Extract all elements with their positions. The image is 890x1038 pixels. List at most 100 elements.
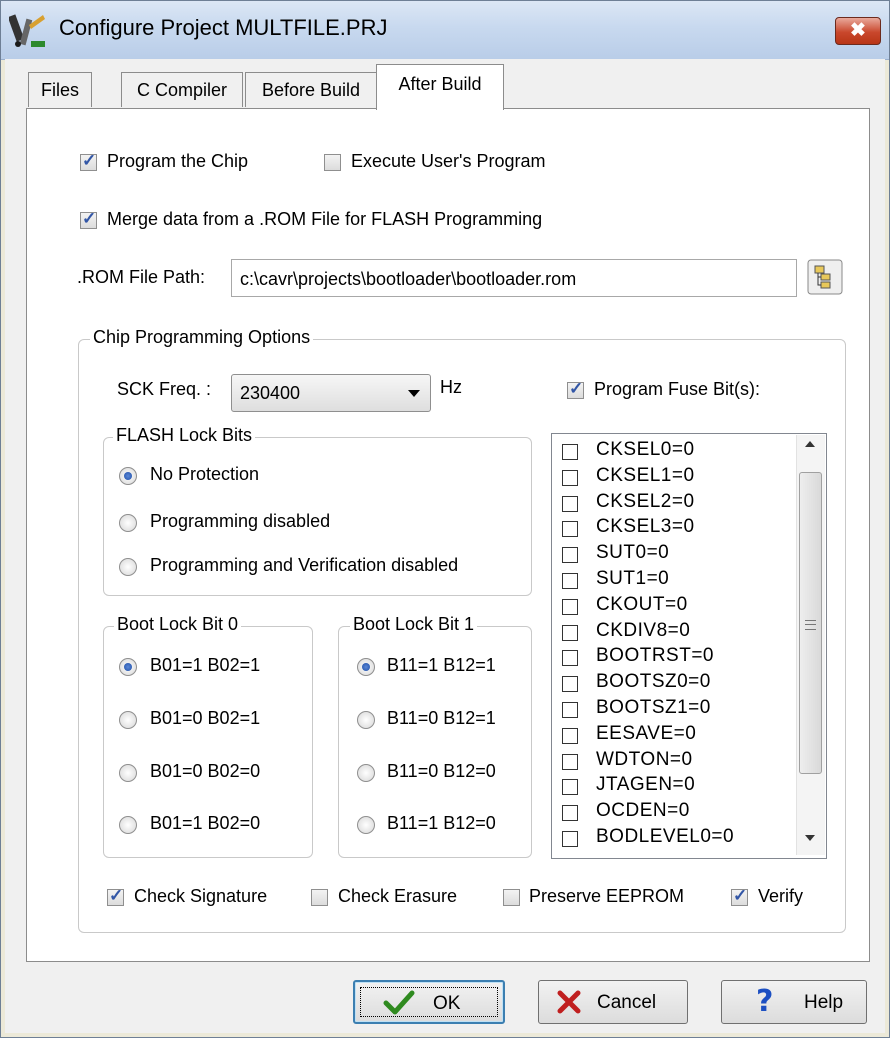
fuse-bit-checkbox[interactable]	[562, 495, 578, 512]
fuse-bit-checkbox[interactable]	[562, 779, 578, 796]
close-button[interactable]: ✖	[835, 17, 881, 45]
fuse-bit-checkbox[interactable]	[562, 469, 578, 486]
fuse-bit-row[interactable]: SUT0=0	[552, 542, 792, 570]
fuse-bits-list[interactable]: CKSEL0=0 CKSEL1=0 CKSEL2=0 CKSEL3=0 SUT0=0 SU…	[551, 433, 827, 859]
fuse-bit-checkbox[interactable]	[562, 650, 578, 667]
boot-lock-1-option-label: B11=1 B12=1	[387, 655, 496, 675]
check-erasure-checkbox[interactable]	[311, 889, 328, 906]
fuse-bit-checkbox[interactable]	[562, 676, 578, 693]
check-erasure-label: Check Erasure	[338, 886, 458, 906]
boot-lock-1-option-radio[interactable]	[357, 764, 375, 782]
boot-lock-0-option-radio[interactable]	[119, 711, 137, 729]
chevron-down-icon[interactable]	[408, 390, 420, 397]
boot-lock-0-option-label: B01=1 B02=0	[150, 813, 261, 833]
boot-lock-0-option-radio[interactable]	[119, 764, 137, 782]
ok-label: OK	[433, 993, 461, 1014]
prog-verif-disabled-radio[interactable]	[119, 558, 137, 576]
browse-folder-icon[interactable]	[807, 259, 843, 295]
fuse-bit-checkbox[interactable]	[562, 547, 578, 564]
ok-button[interactable]: OK	[353, 980, 505, 1024]
dialog-window: Configure Project MULTFILE.PRJ ✖ Files C…	[0, 0, 890, 1038]
tab-after-build[interactable]: After Build	[376, 64, 504, 110]
fuse-bit-row[interactable]: BODLEVEL0=0	[552, 826, 792, 854]
fuse-bit-label: CKSEL0=0	[596, 439, 695, 460]
fuse-bit-checkbox[interactable]	[562, 753, 578, 770]
fuse-bit-checkbox[interactable]	[562, 598, 578, 615]
project-config-icon	[9, 14, 45, 47]
sck-freq-value: 230400	[240, 383, 301, 403]
boot-lock-0-legend: Boot Lock Bit 0	[114, 614, 242, 635]
boot-lock-0-option-radio[interactable]	[119, 658, 137, 676]
fuse-bit-checkbox[interactable]	[562, 805, 578, 822]
preserve-eeprom-checkbox[interactable]	[503, 889, 520, 906]
program-chip-label: Program the Chip	[107, 151, 249, 171]
execute-user-label: Execute User's Program	[351, 151, 546, 171]
fuse-bit-checkbox[interactable]	[562, 702, 578, 718]
execute-user-checkbox[interactable]	[324, 154, 341, 171]
fuse-bit-row[interactable]: CKSEL2=0	[552, 491, 792, 519]
fuse-bit-checkbox[interactable]	[562, 831, 578, 847]
fuse-list-scrollbar[interactable]	[796, 435, 825, 855]
boot-lock-1-option-radio[interactable]	[357, 711, 375, 729]
boot-lock-1-option-radio[interactable]	[357, 658, 375, 676]
tab-label: Files	[40, 80, 79, 100]
no-protection-radio[interactable]	[119, 467, 137, 485]
fuse-bit-label: CKOUT=0	[596, 593, 688, 615]
fuse-bit-row[interactable]: OCDEN=0	[552, 800, 792, 828]
fuse-bit-row[interactable]: CKSEL1=0	[552, 464, 792, 493]
verify-checkbox[interactable]	[731, 886, 748, 906]
fuse-bit-row[interactable]: CKSEL3=0	[552, 516, 792, 544]
fuse-bit-label: CKSEL3=0	[596, 516, 695, 538]
checkmark-icon	[383, 990, 415, 1015]
programming-disabled-radio[interactable]	[119, 514, 137, 532]
fuse-bit-checkbox[interactable]	[562, 624, 578, 641]
tab-c-compiler[interactable]: C Compiler	[121, 72, 243, 107]
cancel-button[interactable]: Cancel	[538, 980, 688, 1024]
fuse-bit-row[interactable]: CKOUT=0	[552, 593, 792, 622]
fuse-bit-row[interactable]: BOOTRST=0	[552, 645, 792, 673]
boot-lock-0-option-radio[interactable]	[119, 816, 137, 834]
help-button[interactable]: ? Help	[721, 980, 867, 1024]
program-chip-checkbox[interactable]	[80, 151, 97, 171]
chip-programming-legend: Chip Programming Options	[90, 327, 314, 348]
fuse-bit-checkbox[interactable]	[562, 444, 578, 460]
boot-lock-0-option-label: B01=0 B02=0	[150, 761, 261, 781]
fuse-bit-label: CKSEL1=0	[596, 464, 695, 486]
fuse-bit-row[interactable]: SUT1=0	[552, 568, 792, 596]
fuse-bit-row[interactable]: BOOTSZ1=0	[552, 697, 792, 725]
scroll-thumb[interactable]	[799, 472, 822, 774]
fuse-bit-row[interactable]: EESAVE=0	[552, 722, 792, 751]
scroll-down-arrow-icon[interactable]	[805, 835, 815, 841]
sck-freq-select[interactable]: 230400	[231, 374, 431, 412]
check-signature-checkbox[interactable]	[107, 886, 124, 906]
fuse-bit-label: BODLEVEL0=0	[596, 826, 735, 847]
fuse-bit-checkbox[interactable]	[562, 727, 578, 744]
merge-rom-checkbox[interactable]	[80, 209, 97, 229]
fuse-bit-label: EESAVE=0	[596, 722, 697, 744]
rom-path-input[interactable]: c:\cavr\projects\bootloader\bootloader.r…	[231, 259, 797, 297]
fuse-bit-checkbox[interactable]	[562, 521, 578, 538]
fuse-bit-checkbox[interactable]	[562, 573, 578, 589]
focus-rect	[360, 987, 498, 1017]
boot-lock-1-option-label: B11=0 B12=1	[387, 708, 496, 728]
help-label: Help	[804, 992, 844, 1013]
no-protection-label: No Protection	[150, 464, 260, 484]
tab-files[interactable]: Files	[28, 72, 92, 107]
boot-lock-1-option-radio[interactable]	[357, 816, 375, 834]
title-bar[interactable]: Configure Project MULTFILE.PRJ ✖	[1, 1, 889, 60]
question-icon: ?	[756, 984, 774, 1019]
boot-lock-1-option-label: B11=0 B12=0	[387, 761, 496, 781]
fuse-bit-label: JTAGEN=0	[596, 774, 696, 796]
fuse-bit-row[interactable]: WDTON=0	[552, 749, 792, 777]
fuse-bit-row[interactable]: CKDIV8=0	[552, 620, 792, 648]
scroll-up-arrow-icon[interactable]	[805, 441, 815, 447]
program-fuse-label: Program Fuse Bit(s):	[594, 379, 761, 399]
fuse-bit-label: SUT0=0	[596, 542, 670, 564]
program-fuse-checkbox[interactable]	[567, 379, 584, 399]
programming-disabled-label: Programming disabled	[150, 511, 331, 531]
fuse-bit-row[interactable]: BOOTSZ0=0	[552, 671, 792, 699]
fuse-bit-row[interactable]: JTAGEN=0	[552, 774, 792, 802]
fuse-bit-row[interactable]: CKSEL0=0	[552, 439, 792, 467]
boot-lock-1-legend: Boot Lock Bit 1	[350, 614, 478, 635]
tab-before-build[interactable]: Before Build	[245, 72, 377, 107]
